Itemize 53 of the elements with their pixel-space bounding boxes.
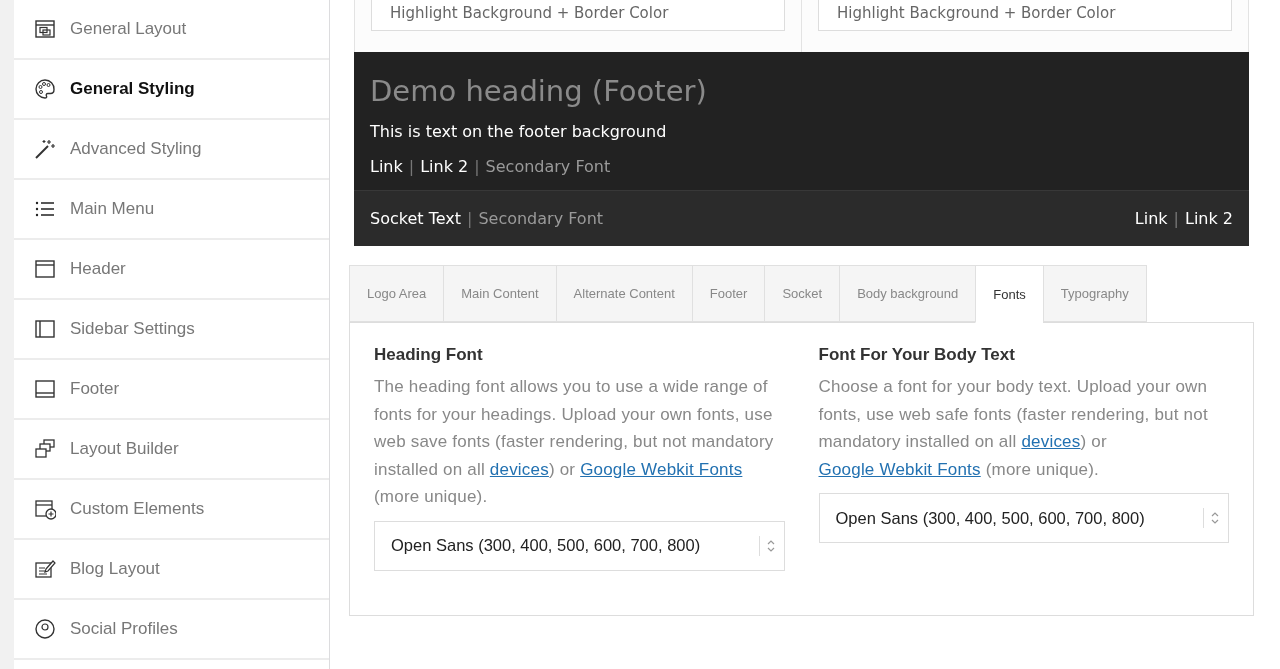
window-plus-icon <box>34 498 56 520</box>
link[interactable]: Google Webkit Fonts <box>580 459 743 479</box>
footer-link[interactable]: Link <box>370 157 403 176</box>
sidebar-item[interactable]: General Styling <box>14 60 329 120</box>
tab[interactable]: Fonts <box>975 265 1043 323</box>
link[interactable]: devices <box>489 459 549 479</box>
sidebar-item[interactable]: Layout Builder <box>14 420 329 480</box>
sidebar-item[interactable]: Main Menu <box>14 180 329 240</box>
header-layout-icon <box>34 258 56 280</box>
footer-link[interactable]: Link <box>1134 209 1168 228</box>
edit-document-icon <box>34 558 56 580</box>
tab[interactable]: Socket <box>764 265 840 322</box>
tab[interactable]: Main Content <box>443 265 556 322</box>
stacked-windows-icon <box>34 438 56 460</box>
separator: | <box>1173 209 1179 228</box>
font-select[interactable]: Open Sans (300, 400, 500, 600, 700, 800) <box>374 520 785 571</box>
tab[interactable]: Typography <box>1042 265 1147 322</box>
sidebar-layout-icon <box>34 318 56 340</box>
footer-text: This is text on the footer background <box>370 122 668 141</box>
tab[interactable]: Footer <box>691 265 765 322</box>
sidebar-item[interactable]: Social Profiles <box>14 600 329 660</box>
link[interactable]: devices <box>1021 432 1081 451</box>
highlight-box: Highlight Background + Border Color <box>818 0 1232 31</box>
separator: | <box>467 209 473 228</box>
sidebar-item[interactable]: Sidebar Settings <box>14 300 329 360</box>
footer-link[interactable]: Link 2 <box>420 157 469 176</box>
window-icon <box>34 18 56 40</box>
sidebar-item[interactable]: Advanced Styling <box>14 120 329 180</box>
sidebar-item[interactable]: Header <box>14 240 329 300</box>
palette-icon <box>34 78 56 100</box>
highlight-box: Highlight Background + Border Color <box>371 0 785 31</box>
tab[interactable]: Body background <box>839 265 976 322</box>
separator: | <box>474 157 480 176</box>
font-select[interactable]: Open Sans (300, 400, 500, 600, 700, 800) <box>818 493 1229 543</box>
separator: | <box>408 157 415 176</box>
sidebar-item[interactable]: Custom Elements <box>14 480 329 540</box>
sidebar-item[interactable]: Blog Layout <box>14 540 329 600</box>
tab[interactable]: Logo Area <box>349 265 444 322</box>
sidebar-item[interactable]: General Layout <box>14 0 329 60</box>
footer-link[interactable]: Socket Text <box>370 209 461 228</box>
tab[interactable]: Alternate Content <box>555 265 692 322</box>
footer-heading: Demo heading (Footer) <box>370 74 708 108</box>
secondary-font-text: Secondary Font <box>485 157 611 176</box>
secondary-font-text: Secondary Font <box>478 209 604 228</box>
sidebar-item[interactable]: Footer <box>14 360 329 420</box>
setting-title: Heading Font <box>374 345 484 365</box>
setting-title: Font For Your Body Text <box>818 345 1016 365</box>
setting-description: The heading font allows you to use a wide range of fonts for your headings. Upload your own fonts, use web save fonts (faster rendering, but not mandatory installed on all devices) or Google Webkit Fonts (more unique). <box>374 376 775 508</box>
footer-link[interactable]: Link 2 <box>1184 209 1233 228</box>
footer-layout-icon <box>34 378 56 400</box>
magic-wand-icon <box>34 138 56 160</box>
setting-description: Choose a font for your body text. Upload your own fonts, use web safe fonts (faster rendering, but not mandatory installed on all devices) or Google Webkit Fonts (more unique). <box>818 376 1209 481</box>
link[interactable]: Google Webkit Fonts <box>818 459 981 479</box>
